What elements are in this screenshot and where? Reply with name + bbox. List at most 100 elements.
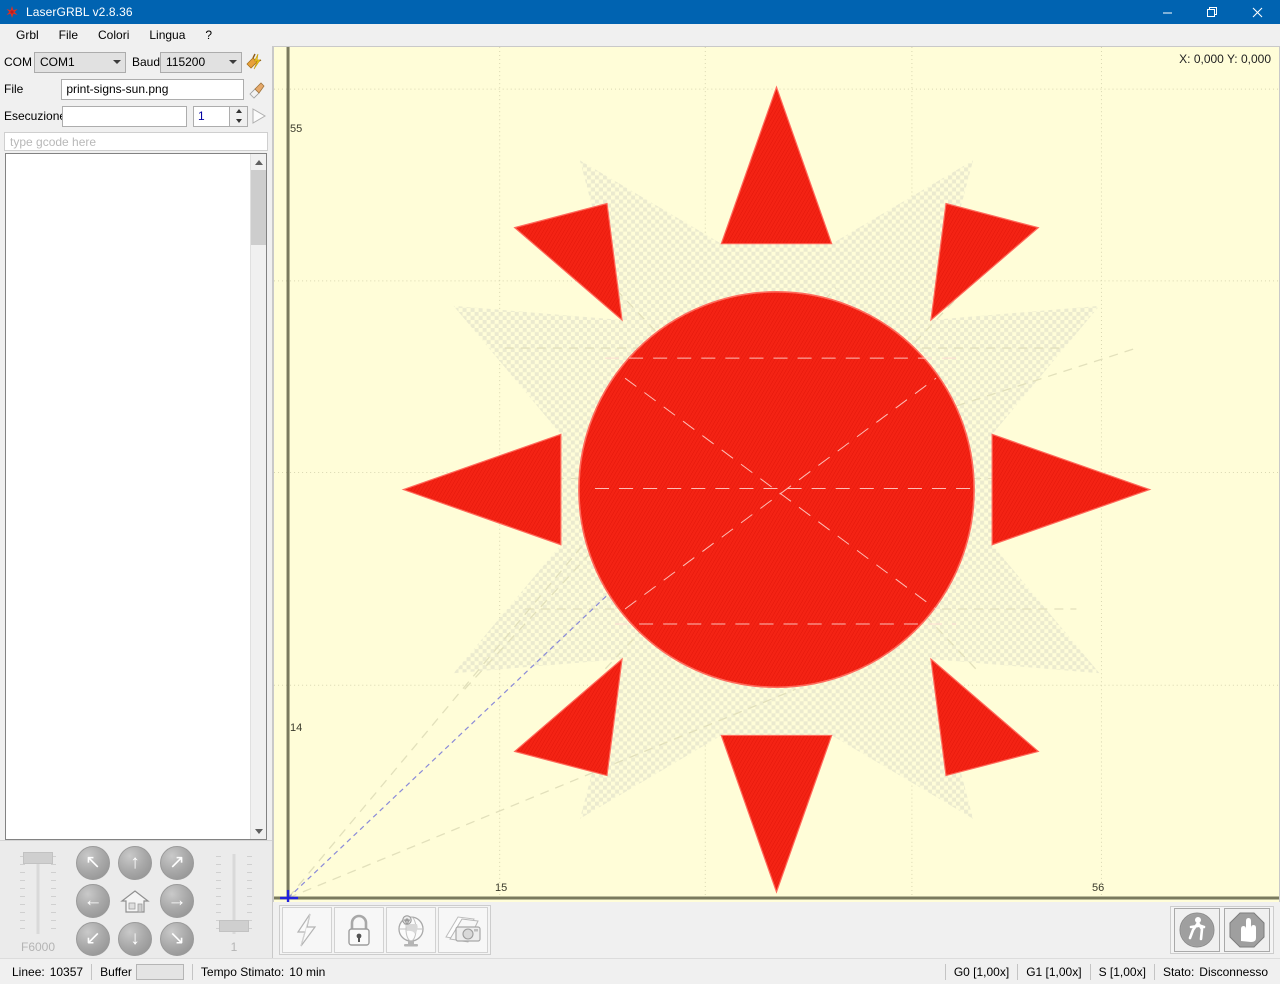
arrow-right-icon: → xyxy=(160,883,194,918)
image-import-button[interactable] xyxy=(438,907,488,953)
lock-button[interactable] xyxy=(334,907,384,953)
baud-rate-select[interactable]: 115200 xyxy=(160,51,242,73)
menu-file[interactable]: File xyxy=(49,25,88,45)
padlock-icon xyxy=(348,914,370,946)
feed-rate-label: F6000 xyxy=(20,939,56,954)
chevron-down-icon xyxy=(113,60,121,64)
g1-override[interactable]: G1 [1,00x] xyxy=(1018,963,1089,981)
jog-dpad: ↖ ↑ ↗ ← → ↙ ↓ ↘ xyxy=(74,845,198,958)
estimated-time-label: Tempo Stimato: xyxy=(200,964,285,979)
file-name-value: print-signs-sun.png xyxy=(66,82,169,96)
lines-status: Linee: 10357 xyxy=(4,963,91,981)
jog-left[interactable]: ← xyxy=(74,883,112,918)
stepper-down-icon[interactable] xyxy=(230,116,247,126)
connection-state: Stato: Disconnesso xyxy=(1155,963,1276,981)
bottom-toolbar xyxy=(273,902,1280,958)
scrollbar-track[interactable] xyxy=(251,245,266,823)
state-label: Stato: xyxy=(1162,964,1195,979)
jog-home[interactable] xyxy=(116,884,154,918)
jog-down-left[interactable]: ↙ xyxy=(74,921,112,956)
lightning-bolt-icon xyxy=(296,913,317,947)
left-panel: COM COM1 Baud 115200 File print-signs-su… xyxy=(0,46,273,958)
execution-progress-field xyxy=(62,105,187,127)
unlock-bolt-button[interactable] xyxy=(282,907,332,953)
sun-core-disc xyxy=(578,291,975,689)
scrollbar-thumb[interactable] xyxy=(251,170,266,245)
jog-right[interactable]: → xyxy=(158,883,196,918)
toolbar-left-group xyxy=(279,905,491,955)
com-port-select[interactable]: COM1 xyxy=(34,51,126,73)
arrow-down-icon: ↓ xyxy=(118,921,152,956)
connect-button[interactable] xyxy=(242,50,266,74)
coordinate-readout: X: 0,000 Y: 0,000 xyxy=(1179,52,1271,66)
set-origin-button[interactable] xyxy=(386,907,436,953)
scroll-down-button[interactable] xyxy=(251,823,266,839)
scroll-up-button[interactable] xyxy=(251,154,266,170)
lines-label: Linee: xyxy=(12,964,45,979)
app-logo-icon xyxy=(0,0,24,24)
state-value: Disconnesso xyxy=(1199,964,1268,979)
main-body: COM COM1 Baud 115200 File print-signs-su… xyxy=(0,46,1280,958)
restore-button[interactable] xyxy=(1190,0,1235,24)
arrow-up-right-icon: ↗ xyxy=(160,845,194,880)
feed-slider-track[interactable] xyxy=(18,850,58,938)
execution-row: Esecuzione 1 xyxy=(4,104,268,128)
menu-lingua[interactable]: Lingua xyxy=(139,25,195,45)
jog-up-right[interactable]: ↗ xyxy=(158,845,196,880)
jog-up-left[interactable]: ↖ xyxy=(74,845,112,880)
x-axis-right-label: 56 xyxy=(1092,882,1105,894)
gcode-list-area[interactable] xyxy=(6,154,250,839)
run-program-button[interactable] xyxy=(1174,908,1220,952)
file-label: File xyxy=(4,82,24,96)
stepper-up-icon[interactable] xyxy=(230,107,247,117)
buffer-status: Buffer xyxy=(92,963,192,981)
minimize-button[interactable] xyxy=(1145,0,1190,24)
menu-help[interactable]: ? xyxy=(195,25,222,45)
menu-grbl[interactable]: Grbl xyxy=(6,25,49,45)
lasergrbl-window: LaserGRBL v2.8.36 Grbl File Colori Lingu… xyxy=(0,0,1280,984)
com-label: COM xyxy=(4,55,32,69)
gcode-list-scrollbar[interactable] xyxy=(250,154,266,839)
estimated-time-status: Tempo Stimato: 10 min xyxy=(193,963,333,981)
stop-hand-icon xyxy=(1229,912,1265,948)
feed-slider-thumb[interactable] xyxy=(23,851,53,864)
close-button[interactable] xyxy=(1235,0,1280,24)
feed-rate-slider[interactable]: F6000 xyxy=(14,850,62,954)
preview-canvas[interactable]: X: 0,000 Y: 0,000 55 14 15 56 xyxy=(273,46,1280,902)
start-execution-button[interactable] xyxy=(248,105,268,127)
walking-person-icon xyxy=(1179,912,1215,948)
title-bar: LaserGRBL v2.8.36 xyxy=(0,0,1280,24)
stop-program-button[interactable] xyxy=(1224,908,1270,952)
right-panel: X: 0,000 Y: 0,000 55 14 15 56 xyxy=(273,46,1280,958)
step-slider-track[interactable] xyxy=(214,850,254,938)
file-name-field[interactable]: print-signs-sun.png xyxy=(61,78,245,100)
y-axis-bottom-label: 14 xyxy=(290,722,303,734)
gcode-list[interactable] xyxy=(5,153,267,840)
arrow-down-left-icon: ↙ xyxy=(76,921,110,956)
menu-colori[interactable]: Colori xyxy=(88,25,139,45)
jog-down[interactable]: ↓ xyxy=(116,921,154,956)
step-slider-thumb[interactable] xyxy=(219,919,249,932)
play-icon xyxy=(252,108,266,124)
eraser-pencil-icon xyxy=(249,82,265,99)
arrow-left-icon: ← xyxy=(76,883,110,918)
arrow-up-left-icon: ↖ xyxy=(76,845,110,880)
photo-camera-icon xyxy=(445,916,481,943)
file-action-button[interactable] xyxy=(244,77,268,101)
menu-bar: Grbl File Colori Lingua ? xyxy=(0,24,1280,46)
g0-override[interactable]: G0 [1,00x] xyxy=(946,963,1017,981)
baud-label: Baud xyxy=(132,55,161,69)
step-size-slider[interactable]: 1 xyxy=(210,850,258,954)
execution-label: Esecuzione xyxy=(4,109,67,123)
buffer-label: Buffer xyxy=(100,964,132,979)
s-override[interactable]: S [1,00x] xyxy=(1091,963,1154,981)
jog-up[interactable]: ↑ xyxy=(116,845,154,880)
feed-slider-ticks xyxy=(18,854,58,934)
repeat-count-input[interactable]: 1 xyxy=(193,105,230,127)
toolbar-right-group xyxy=(1170,906,1274,954)
status-bar: Linee: 10357 Buffer Tempo Stimato: 10 mi… xyxy=(0,958,1280,984)
connect-plug-icon xyxy=(246,53,262,70)
repeat-count-stepper[interactable] xyxy=(230,105,248,127)
jog-down-right[interactable]: ↘ xyxy=(158,921,196,956)
gcode-input[interactable]: type gcode here xyxy=(4,132,268,151)
